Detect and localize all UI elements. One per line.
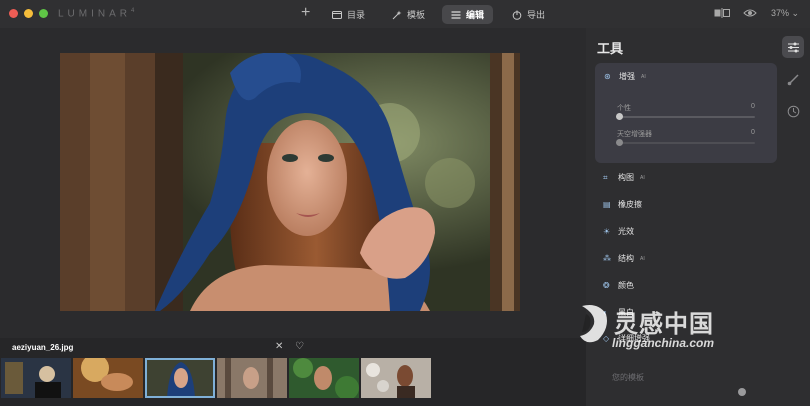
slider-label: 个性 [617,105,631,112]
main-photo [60,53,520,311]
folder-icon [332,10,342,19]
tab-edit[interactable]: 编辑 [442,5,494,24]
magic-wand-icon [392,10,402,19]
close-icon[interactable]: ✕ [275,341,283,352]
slider-value: 0 [751,103,755,110]
zoom-value: 37% [771,8,790,18]
tab-templates-label: 模板 [407,10,426,20]
slider-handle[interactable] [616,113,623,120]
tool-structure-label: 结构 [618,254,634,263]
tab-export-label: 导出 [527,10,546,20]
sun-icon: ☀ [603,227,611,236]
panel-scroll-dot[interactable] [738,388,746,396]
tool-crop-label: 构图 [618,173,634,182]
slider-track[interactable] [617,142,755,144]
tab-edit-label: 编辑 [466,10,485,20]
tool-enhance[interactable]: ⊛ 增强 AI [604,71,646,82]
structure-icon: ⁂ [603,254,611,263]
slider-label: 天空增强器 [617,131,652,138]
color-icon: ❂ [603,281,610,290]
tab-templates[interactable]: 模板 [383,5,434,24]
your-templates-label: 您的模板 [612,373,644,382]
image-canvas[interactable] [0,28,586,338]
app-logo: LUMINAR4 [58,8,136,20]
add-photos-button[interactable]: + [301,4,310,22]
watermark: 灵感中国 lingganchina.com [574,300,794,370]
current-filename: aeziyuan_26.jpg [12,343,74,352]
eye-icon[interactable] [743,8,757,20]
thumbnail-list [1,358,431,398]
slider-handle[interactable] [616,139,623,146]
tool-eraser[interactable]: ▤ 橡皮擦 [603,199,642,210]
tool-structure[interactable]: ⁂ 结构 AI [603,253,645,264]
sliders-icon [451,11,461,18]
eraser-icon: ▤ [603,200,611,209]
crop-icon: ⌗ [603,172,608,182]
thumbnail-selected[interactable] [145,358,215,398]
tool-enhance-label: 增强 [619,72,635,81]
tool-crop[interactable]: ⌗ 构图 AI [603,172,645,183]
brush-icon[interactable] [782,68,804,90]
export-icon [512,10,522,20]
thumbnail[interactable] [361,358,431,398]
thumbnail[interactable] [1,358,71,398]
tab-library[interactable]: 目录 [323,5,374,24]
slider-value: 0 [751,129,755,136]
minimize-window-button[interactable] [24,9,33,18]
history-icon[interactable] [782,100,804,122]
compare-icon[interactable] [714,8,730,20]
thumbnail[interactable] [217,358,287,398]
watermark-url: lingganchina.com [612,336,715,350]
window-controls [9,9,48,18]
tool-color[interactable]: ❂ 颜色 [603,280,634,291]
tool-color-label: 颜色 [618,281,634,290]
slider-track[interactable] [617,116,755,118]
your-templates[interactable]: 您的模板 [612,372,644,383]
tab-library-label: 目录 [347,10,366,20]
maximize-window-button[interactable] [39,9,48,18]
watermark-logo [580,305,607,343]
heart-icon[interactable]: ♡ [295,341,304,352]
close-window-button[interactable] [9,9,18,18]
thumbnail[interactable] [289,358,359,398]
panel-title: 工具 [597,41,624,56]
watermark-brand: 灵感中国 [614,311,714,338]
title-bar: LUMINAR4 + 目录 模板 编辑 导出 37% ⌄ [0,0,810,28]
tool-light[interactable]: ☀ 光效 [603,226,634,237]
zoom-level[interactable]: 37% ⌄ [771,8,799,19]
enhance-tool-card[interactable]: ⊛ 增强 AI 个性 0 天空增强器 0 [595,63,777,163]
filmstrip: aeziyuan_26.jpg ✕ ♡ [0,338,586,406]
thumbnail[interactable] [73,358,143,398]
enhance-icon: ⊛ [604,72,611,81]
panel-side-icons [782,36,806,132]
tool-light-label: 光效 [618,227,634,236]
adjustments-icon[interactable] [782,36,804,58]
tab-export[interactable]: 导出 [503,5,554,24]
tool-eraser-label: 橡皮擦 [618,200,642,209]
